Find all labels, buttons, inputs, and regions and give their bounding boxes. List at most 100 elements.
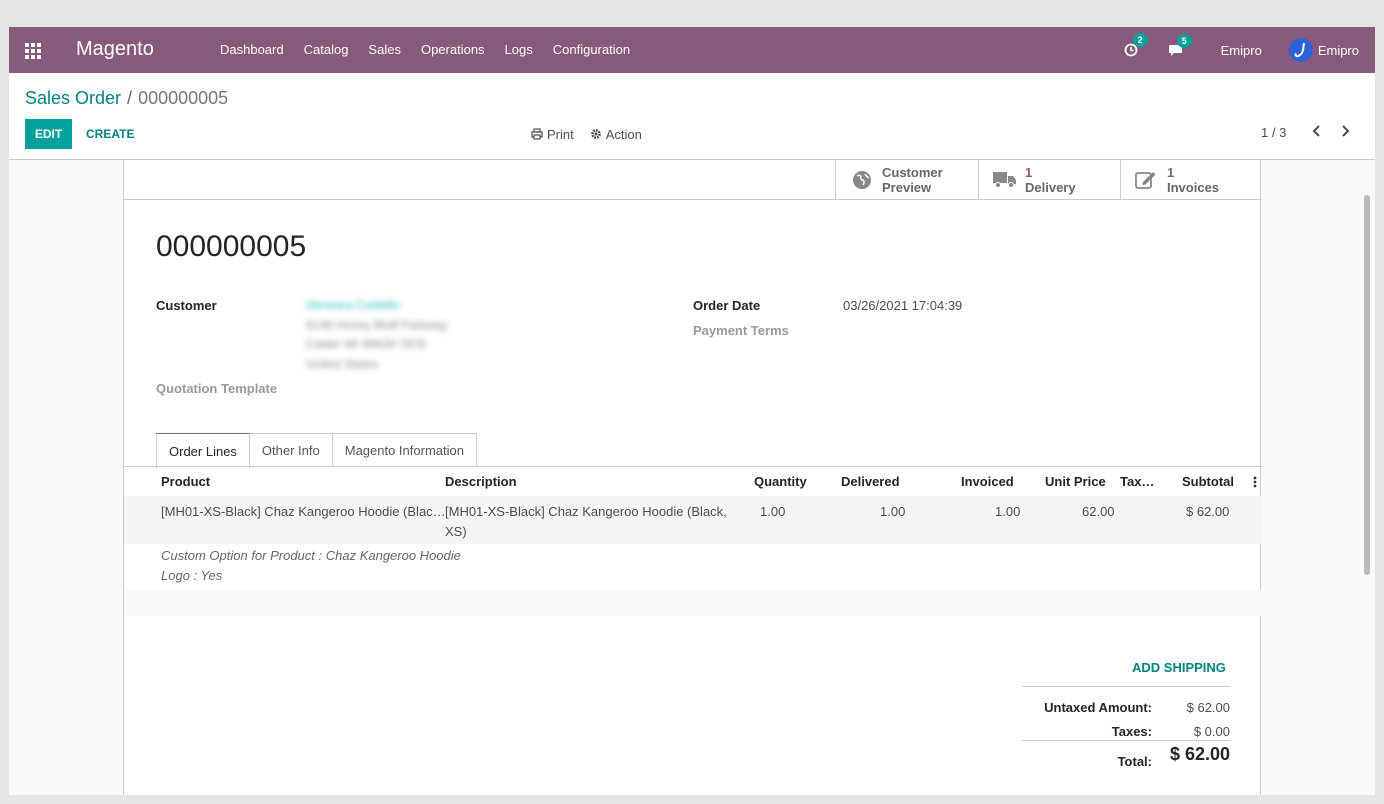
order-number-title: 000000005 — [156, 230, 307, 263]
row-description-line: XS) — [445, 524, 467, 539]
column-header-quantity[interactable]: Quantity — [754, 474, 807, 489]
action-dropdown[interactable]: Action — [590, 127, 642, 142]
breadcrumb-separator: / — [127, 88, 133, 108]
delivery-text: 1 Delivery — [1025, 165, 1076, 195]
menu-logs[interactable]: Logs — [495, 27, 543, 73]
column-header-delivered[interactable]: Delivered — [841, 474, 900, 489]
row-unit-price[interactable]: 62.00 — [1082, 502, 1115, 522]
systray: 2 5 Emipro Emipro — [1124, 27, 1375, 73]
scrollbar[interactable] — [1364, 195, 1370, 575]
user-menu[interactable]: Emipro — [1288, 38, 1359, 62]
totals-divider — [1022, 686, 1230, 687]
invoices-label: Invoices — [1167, 180, 1220, 195]
taxes-value: $ 0.00 — [1193, 724, 1230, 739]
total-value: $ 62.00 — [1169, 744, 1230, 764]
untaxed-amount-label: Untaxed Amount: — [1044, 700, 1152, 715]
print-label: Print — [547, 126, 574, 142]
truck-icon — [993, 172, 1016, 188]
breadcrumb-sales-order[interactable]: Sales Order — [25, 88, 121, 108]
line-note[interactable]: Logo : Yes — [161, 568, 222, 583]
customer-preview-line1: Customer — [882, 165, 943, 180]
tab-other-info[interactable]: Other Info — [249, 433, 333, 467]
row-subtotal[interactable]: $ 62.00 — [1186, 502, 1229, 522]
invoices-count: 1 — [1167, 165, 1175, 180]
customer-preview-button[interactable]: Customer Preview — [835, 160, 978, 200]
menu-dashboard[interactable]: Dashboard — [210, 27, 294, 73]
invoices-text: 1 Invoices — [1167, 165, 1219, 195]
delivery-button[interactable]: 1 Delivery — [978, 160, 1120, 200]
pager-value[interactable]: 1 / 3 — [1261, 125, 1286, 140]
tab-magento-information[interactable]: Magento Information — [332, 433, 477, 467]
row-product[interactable]: [MH01-XS-Black] Chaz Kangeroo Hoodie (Bl… — [161, 502, 446, 522]
pager-previous-icon[interactable] — [1311, 124, 1323, 141]
activity-badge: 2 — [1132, 33, 1148, 47]
app-brand[interactable]: Magento — [76, 38, 154, 61]
top-navbar: Magento Dashboard Catalog Sales Operatio… — [9, 27, 1375, 73]
menu-catalog[interactable]: Catalog — [294, 27, 359, 73]
tabs-divider — [124, 466, 1262, 467]
quotation-template-label: Quotation Template — [156, 381, 278, 396]
untaxed-amount-value: $ 62.00 — [1186, 700, 1230, 715]
customer-address-line: United States — [306, 357, 379, 371]
total-label: Total: — [1117, 754, 1152, 769]
pager-next-icon[interactable] — [1339, 124, 1351, 141]
order-date-label: Order Date — [693, 298, 761, 313]
user-name: Emipro — [1317, 42, 1359, 58]
customer-preview-text: Customer Preview — [882, 165, 943, 195]
line-note[interactable]: Custom Option for Product : Chaz Kangero… — [161, 548, 461, 563]
messages-badge: 5 — [1176, 33, 1192, 48]
pencil-square-icon — [1135, 172, 1156, 189]
globe-icon — [853, 171, 871, 189]
menu-configuration[interactable]: Configuration — [543, 27, 640, 73]
delivery-count: 1 — [1025, 165, 1033, 180]
customer-address-line: Calder MI 49628-7978 — [306, 337, 426, 351]
messages-button[interactable]: 5 — [1168, 33, 1192, 57]
payment-terms-label: Payment Terms — [693, 323, 789, 338]
row-delivered[interactable]: 1.00 — [880, 502, 905, 522]
print-icon — [531, 128, 543, 140]
column-header-product[interactable]: Product — [161, 474, 210, 489]
main-menu: Dashboard Catalog Sales Operations Logs … — [210, 27, 640, 73]
row-description-line: [MH01-XS-Black] Chaz Kangeroo Hoodie (Bl… — [445, 504, 727, 519]
action-label: Action — [605, 126, 642, 142]
edit-button[interactable]: EDIT — [25, 119, 72, 149]
column-header-subtotal[interactable]: Subtotal — [1182, 474, 1234, 489]
breadcrumb-current: 000000005 — [138, 88, 229, 108]
add-shipping-button[interactable]: ADD SHIPPING — [1132, 660, 1226, 675]
form-sheet: Customer Preview 1 Delivery 1 Invoices 0… — [123, 160, 1262, 795]
empty-table-row — [124, 590, 1262, 616]
breadcrumb: Sales Order /000000005 — [25, 88, 228, 109]
order-date-value: 03/26/2021 17:04:39 — [843, 298, 963, 313]
tab-order-lines[interactable]: Order Lines — [156, 433, 250, 468]
activity-button[interactable]: 2 — [1124, 33, 1148, 57]
user-avatar-icon — [1288, 38, 1313, 62]
row-invoiced[interactable]: 1.00 — [995, 502, 1020, 522]
invoices-button[interactable]: 1 Invoices — [1120, 160, 1262, 200]
action-bar: Print Action — [531, 119, 658, 149]
row-quantity[interactable]: 1.00 — [760, 502, 785, 522]
totals-divider — [1022, 740, 1230, 741]
apps-menu-icon[interactable] — [25, 43, 41, 59]
row-description[interactable]: [MH01-XS-Black] Chaz Kangeroo Hoodie (Bl… — [445, 502, 727, 542]
smart-button-box: Customer Preview 1 Delivery 1 Invoices — [124, 160, 1262, 200]
app-window: Magento Dashboard Catalog Sales Operatio… — [9, 27, 1375, 795]
customer-address-line: 6146 Honey Bluff Parkway — [306, 318, 448, 332]
notebook-tabs: Order Lines Other Info Magento Informati… — [156, 433, 477, 468]
column-header-description[interactable]: Description — [445, 474, 517, 489]
column-header-unit-price[interactable]: Unit Price — [1045, 474, 1106, 489]
gear-icon — [590, 129, 601, 139]
customer-name-link[interactable]: Veronica Costello — [306, 298, 399, 312]
column-header-taxes[interactable]: Tax… — [1120, 474, 1154, 489]
taxes-label: Taxes: — [1111, 724, 1152, 739]
create-button[interactable]: CREATE — [86, 119, 134, 149]
customer-label: Customer — [156, 298, 217, 313]
customer-preview-line2: Preview — [882, 180, 932, 195]
menu-sales[interactable]: Sales — [358, 27, 411, 73]
company-switcher[interactable]: Emipro — [1221, 43, 1262, 58]
menu-operations[interactable]: Operations — [411, 27, 495, 73]
delivery-label: Delivery — [1025, 180, 1076, 195]
optional-columns-icon[interactable] — [1253, 476, 1257, 491]
column-header-invoiced[interactable]: Invoiced — [961, 474, 1014, 489]
print-dropdown[interactable]: Print — [531, 127, 574, 142]
control-panel: Sales Order /000000005 EDIT CREATE Print … — [9, 73, 1375, 160]
